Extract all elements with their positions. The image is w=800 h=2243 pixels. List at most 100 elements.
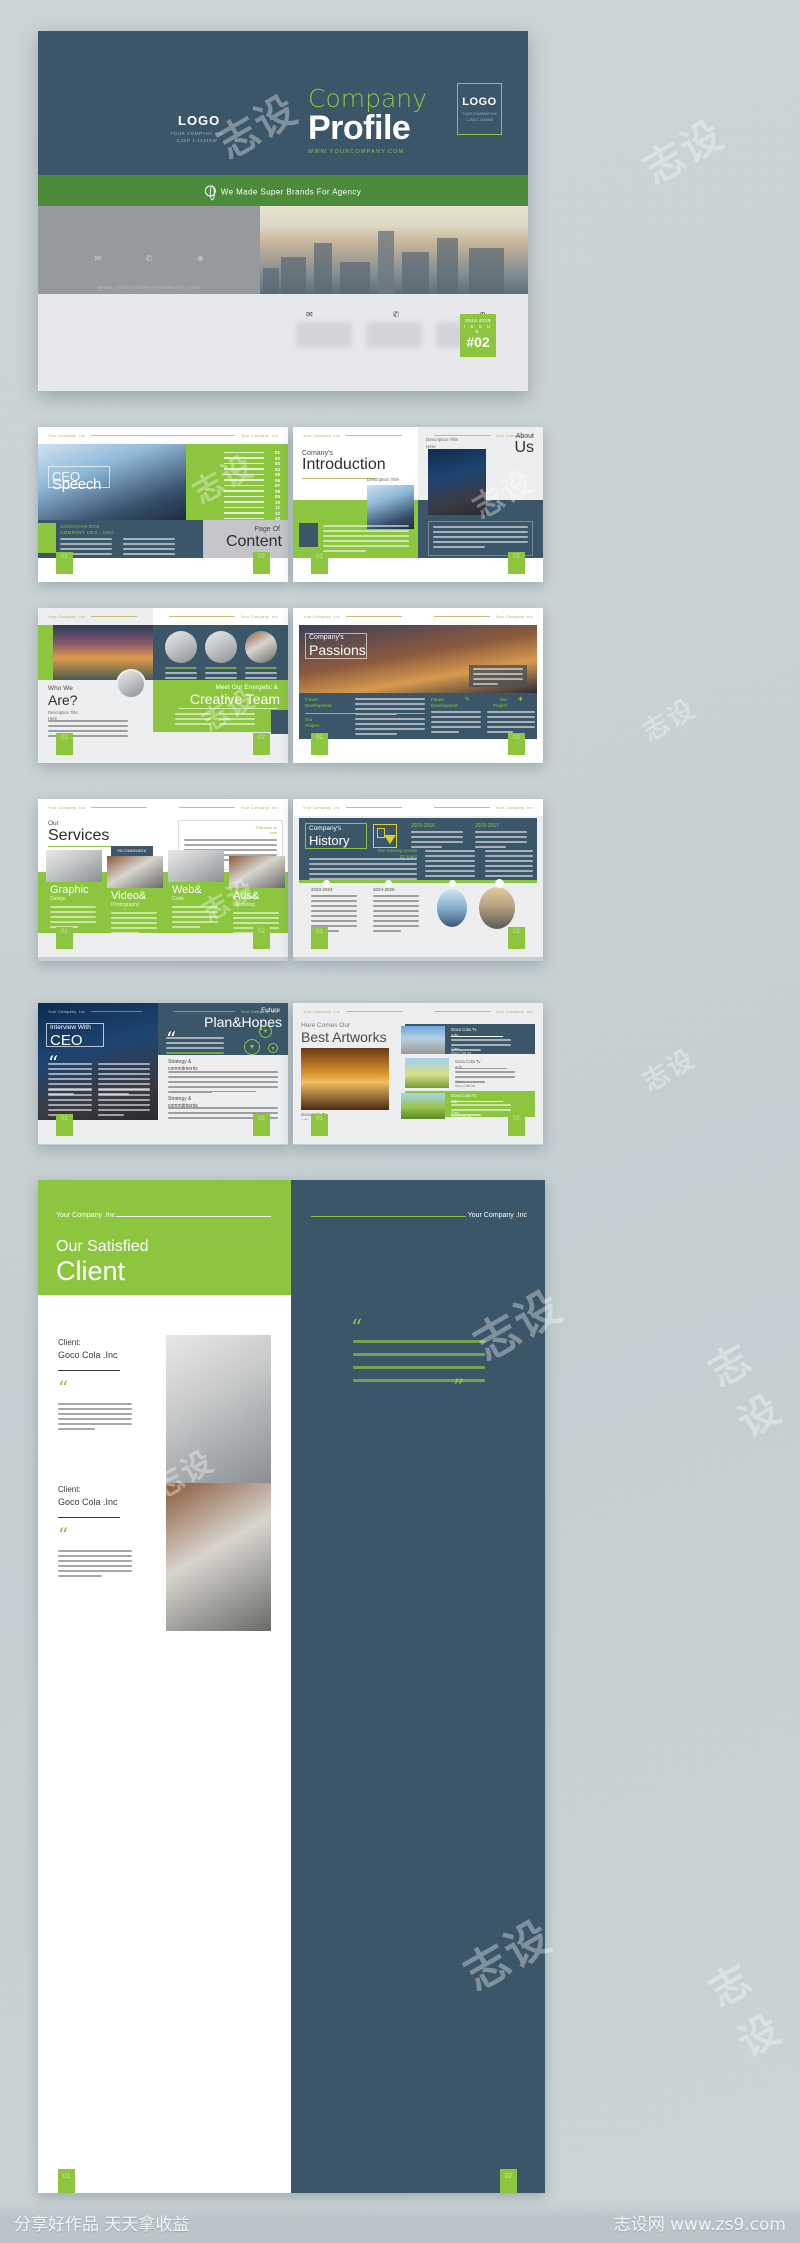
client-photo-1 (166, 1335, 271, 1483)
toc-row-line (224, 473, 264, 476)
mail-icon: ✉ (94, 254, 102, 263)
service-card-title: Graphic (50, 884, 89, 896)
cover-band-text-wrap: We Made Super Brands For Agency (204, 185, 362, 200)
cover-back-icons: ✉ ✆ ⊕ (38, 254, 260, 263)
history-title: History (309, 833, 350, 848)
client-title: Client (56, 1256, 126, 1286)
introduction-page: Your Company .Inc Comany's Introduction … (293, 427, 418, 558)
service-card[interactable]: Video& Photography (107, 856, 163, 934)
header-company-left: Your Company .Inc (48, 614, 86, 619)
toc-row-line (224, 495, 264, 498)
page-number-right: 02 (253, 552, 270, 574)
client-name-1: Goco Cola .Inc (58, 1350, 118, 1360)
mail-icon: ✉ (306, 310, 313, 319)
page-number-left: 01 (56, 733, 73, 755)
page-header: Your Company .Inc (418, 799, 543, 816)
artworks-main-photo (301, 1048, 389, 1110)
phone-icon: ✆ (392, 310, 400, 319)
quote-open-icon: “ (351, 1316, 363, 1341)
toc-row-line (224, 451, 264, 454)
issue-number: #02 (466, 334, 490, 350)
passions-title: Passions (309, 642, 366, 658)
badge-icon-3: ▼ (268, 1043, 278, 1053)
service-card-subtitle: Design (50, 896, 66, 902)
plan-hopes-panel: Your Company .Inc Future Plan&Hopes “ ▼ … (158, 1003, 288, 1064)
header-company-right: Your Company .Inc (495, 614, 533, 619)
cover-title-profile: Profile (308, 109, 411, 147)
ceo-title: CEO (50, 1032, 83, 1049)
toc-row-line (224, 462, 264, 465)
toc-list: 0102030405060708091011121314 (200, 450, 280, 527)
toc-row-number: 12 (274, 510, 280, 516)
spread-passions: Your Company .Inc Your Company .Inc Comp… (293, 608, 543, 763)
watermark: 志设 (701, 1335, 790, 1447)
about-us-photo (428, 449, 486, 515)
client-name-2: Goco Cola .Inc (58, 1497, 118, 1507)
toc-row-line (224, 457, 264, 459)
client-photo-2 (166, 1483, 271, 1631)
artwork-item-sub: Client Goco Cola Inc (451, 1047, 472, 1056)
service-card-title: Video& (111, 890, 147, 902)
badge-icon-2: ▼ (244, 1039, 260, 1055)
passions-block-label-1: Future Development (305, 697, 332, 709)
toc-row: 05 (200, 472, 280, 477)
history-year-top-1: 2015-2016 (411, 823, 435, 829)
page-number-left: 01 (311, 1114, 328, 1136)
service-card[interactable]: Ads& Marketing (229, 856, 285, 934)
quote-close-icon: ” (453, 1376, 465, 1401)
spread-speech: Your Company .Inc Your Company .Inc CEO … (38, 427, 288, 582)
page-header: Your Company .Inc Your Company .Inc (38, 427, 288, 444)
page-number-left: 01 (311, 733, 328, 755)
page-footer: 01 02 (38, 733, 288, 763)
page-number-right: 02 (508, 552, 525, 574)
client-kicker: Our Satisfied (56, 1238, 149, 1255)
cover-right-logo: LOGO (462, 96, 497, 108)
client-right-page: Your Company .Inc “ ” 02 (291, 1180, 545, 2193)
artworks-kicker: Here Comes Our (301, 1022, 351, 1029)
about-us-title: Us (514, 439, 534, 456)
header-company-left: Your Company .Inc (48, 805, 86, 810)
watermark: 志设 (637, 693, 702, 748)
toc-row: 01 (200, 450, 280, 455)
page-number-right: 02 (508, 927, 525, 949)
services-note: This serve us here (255, 826, 277, 836)
toc-row: 04 (200, 467, 280, 472)
page-header: Your Company .Inc (293, 799, 418, 816)
cover-band-text: We Made Super Brands For Agency (220, 187, 362, 196)
artwork-item-2: Goco Cola Tv Ads Client Goco Cola Inc (405, 1058, 535, 1088)
introduction-photo (367, 485, 414, 529)
toc-row: 12 (200, 511, 280, 516)
services-title: Services (48, 827, 110, 844)
cover-top-panel: LOGO YOUR COMPANY INC CJSD 1-1234SW Comp… (38, 31, 528, 175)
service-card[interactable]: Web& Code (168, 850, 224, 928)
page-number-left: 01 (56, 1114, 73, 1136)
passions-block-label-2: Our Project (305, 717, 320, 729)
cover-contact-icons: ✉ ✆ ⊕ (306, 310, 486, 319)
artwork-item-sub: Client Goco Cola Inc (455, 1080, 476, 1089)
issue-badge: 2024-2025 I S S U E #02 (460, 314, 496, 357)
page-number-left: 01 (311, 927, 328, 949)
quote-icon: “ (58, 1523, 69, 1547)
phone-icon: ✆ (145, 254, 153, 263)
passions-block-label-4: Our Project (492, 697, 507, 709)
service-card-title: Ads& (233, 890, 260, 902)
globe-icon: ⊕ (196, 254, 204, 263)
header-company-right: Your Company .Inc (240, 614, 278, 619)
cover-back-url: WWW.YOURCOMPANYWEBSITE.COM (98, 285, 200, 290)
passions-block-label-3: Future Development (431, 697, 458, 709)
service-card[interactable]: Graphic Design (46, 850, 102, 928)
page-header: Your Company .Inc (418, 608, 543, 625)
toc-row-number: 09 (274, 494, 280, 499)
cover-green-band: We Made Super Brands For Agency (38, 175, 528, 223)
client-label-1: Client: (58, 1338, 81, 1347)
page-number-right: 02 (500, 2169, 517, 2193)
about-us-page: Your Company .Inc About Us Description T… (418, 427, 543, 558)
service-card-subtitle: Marketing (233, 902, 255, 908)
toc-row-number: 04 (274, 466, 280, 472)
services-kicker: Our (48, 820, 59, 827)
page-footer: 01 02 (38, 927, 288, 957)
service-card-title: Web& (172, 884, 202, 896)
toc-row: 03 (200, 461, 280, 466)
issue-years: 2024-2025 (464, 318, 492, 323)
cover-right-logo-box: LOGO YOUR COMPANY INC CJSD 6-1234SW (457, 83, 502, 135)
